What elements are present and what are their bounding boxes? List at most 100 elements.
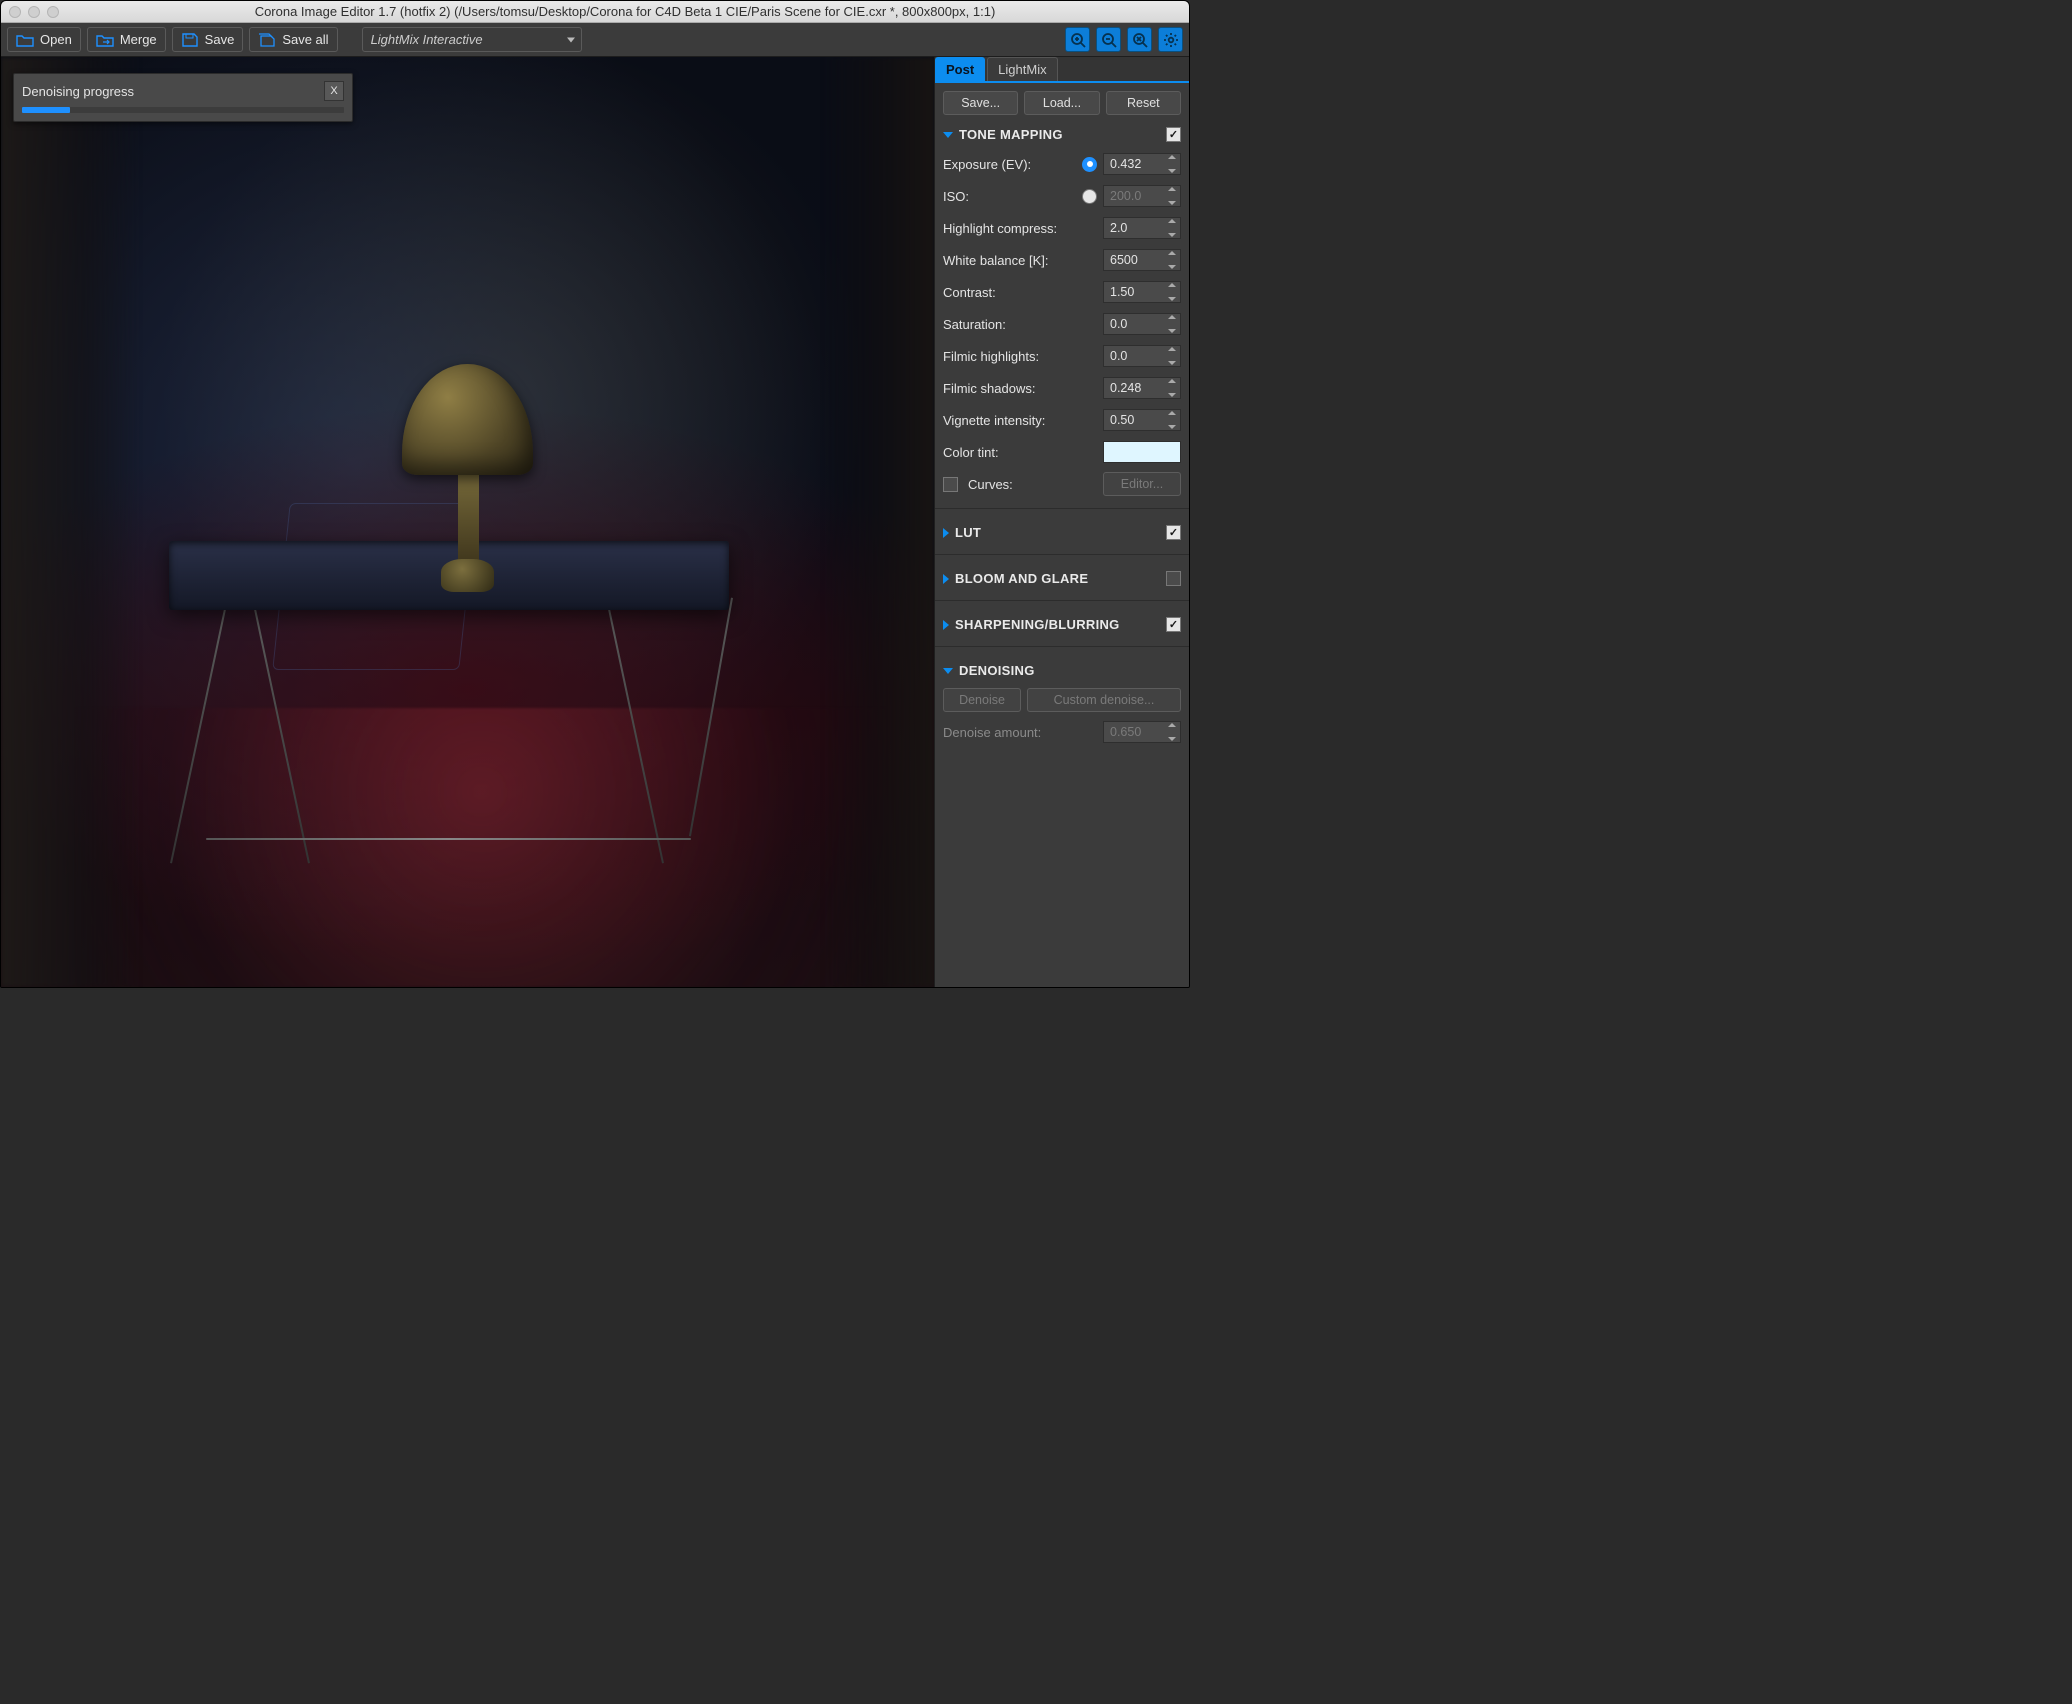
minimize-window-icon[interactable] [28, 6, 40, 18]
wb-row: White balance [K]: 6500 [943, 248, 1181, 272]
save-all-label: Save all [282, 32, 328, 47]
exposure-label: Exposure (EV): [943, 157, 1076, 172]
filmic-hi-label: Filmic highlights: [943, 349, 1097, 364]
merge-label: Merge [120, 32, 157, 47]
highlight-row: Highlight compress: 2.0 [943, 216, 1181, 240]
highlight-label: Highlight compress: [943, 221, 1097, 236]
post-reset-button[interactable]: Reset [1106, 91, 1181, 115]
filmic-hi-row: Filmic highlights: 0.0 [943, 344, 1181, 368]
disclosure-closed-icon [943, 620, 949, 630]
merge-icon [96, 33, 114, 47]
denoise-button-row: Denoise Custom denoise... [943, 688, 1181, 712]
disclosure-closed-icon [943, 528, 949, 538]
viewport[interactable]: Denoising progress X [1, 57, 934, 987]
filmic-sh-input[interactable]: 0.248 [1103, 377, 1181, 399]
highlight-input[interactable]: 2.0 [1103, 217, 1181, 239]
post-panel: Save... Load... Reset TONE MAPPING Expos… [935, 83, 1189, 752]
filmic-sh-row: Filmic shadows: 0.248 [943, 376, 1181, 400]
zoom-out-button[interactable] [1096, 27, 1121, 52]
iso-radio[interactable] [1082, 189, 1097, 204]
iso-label: ISO: [943, 189, 1076, 204]
curves-row: Curves: Editor... [943, 472, 1181, 496]
curves-editor-button[interactable]: Editor... [1103, 472, 1181, 496]
wb-input[interactable]: 6500 [1103, 249, 1181, 271]
iso-input[interactable]: 200.0 [1103, 185, 1181, 207]
denoise-amount-label: Denoise amount: [943, 725, 1097, 740]
close-window-icon[interactable] [9, 6, 21, 18]
exposure-row: Exposure (EV): 0.432 [943, 152, 1181, 176]
section-title: DENOISING [959, 663, 1181, 678]
tone-mapping-checkbox[interactable] [1166, 127, 1181, 142]
zoom-reset-button[interactable] [1127, 27, 1152, 52]
render-preview [1, 57, 934, 987]
disclosure-open-icon [943, 132, 953, 138]
section-sharpen-header[interactable]: SHARPENING/BLURRING [943, 613, 1181, 634]
save-all-button[interactable]: Save all [249, 27, 337, 52]
open-button[interactable]: Open [7, 27, 81, 52]
panel-tabs: Post LightMix [935, 57, 1189, 83]
saturation-label: Saturation: [943, 317, 1097, 332]
curves-checkbox[interactable] [943, 477, 958, 492]
traffic-lights [9, 6, 59, 18]
section-title: TONE MAPPING [959, 127, 1160, 142]
curves-label: Curves: [968, 477, 1097, 492]
section-lut-header[interactable]: LUT [943, 521, 1181, 542]
contrast-label: Contrast: [943, 285, 1097, 300]
vignette-input[interactable]: 0.50 [1103, 409, 1181, 431]
post-load-button[interactable]: Load... [1024, 91, 1099, 115]
vignette-row: Vignette intensity: 0.50 [943, 408, 1181, 432]
exposure-radio[interactable] [1082, 157, 1097, 172]
filmic-hi-input[interactable]: 0.0 [1103, 345, 1181, 367]
denoise-button[interactable]: Denoise [943, 688, 1021, 712]
exposure-input[interactable]: 0.432 [1103, 153, 1181, 175]
sharpen-checkbox[interactable] [1166, 617, 1181, 632]
save-icon [181, 33, 199, 47]
save-button[interactable]: Save [172, 27, 244, 52]
tint-row: Color tint: [943, 440, 1181, 464]
post-save-button[interactable]: Save... [943, 91, 1018, 115]
toolbar: Open Merge Save Save all LightMix Intera… [1, 23, 1189, 57]
section-title: BLOOM AND GLARE [955, 571, 1160, 586]
mode-value: LightMix Interactive [371, 32, 483, 47]
section-title: LUT [955, 525, 1160, 540]
overlay-close-button[interactable]: X [324, 81, 344, 101]
tint-label: Color tint: [943, 445, 1097, 460]
disclosure-closed-icon [943, 574, 949, 584]
mode-select[interactable]: LightMix Interactive [362, 27, 582, 52]
tab-post[interactable]: Post [935, 57, 985, 81]
contrast-input[interactable]: 1.50 [1103, 281, 1181, 303]
tab-lightmix[interactable]: LightMix [987, 57, 1057, 81]
side-panel: Post LightMix Save... Load... Reset TONE… [934, 57, 1189, 987]
progress-fill [22, 107, 70, 113]
disclosure-open-icon [943, 668, 953, 674]
section-tone-mapping-header[interactable]: TONE MAPPING [943, 123, 1181, 144]
denoise-amount-input[interactable]: 0.650 [1103, 721, 1181, 743]
filmic-sh-label: Filmic shadows: [943, 381, 1097, 396]
wb-label: White balance [K]: [943, 253, 1097, 268]
section-title: SHARPENING/BLURRING [955, 617, 1160, 632]
lut-checkbox[interactable] [1166, 525, 1181, 540]
tint-swatch[interactable] [1103, 441, 1181, 463]
merge-button[interactable]: Merge [87, 27, 166, 52]
open-folder-icon [16, 33, 34, 47]
section-bloom-header[interactable]: BLOOM AND GLARE [943, 567, 1181, 588]
saturation-row: Saturation: 0.0 [943, 312, 1181, 336]
progress-bar [22, 107, 344, 113]
open-label: Open [40, 32, 72, 47]
zoom-in-button[interactable] [1065, 27, 1090, 52]
post-button-row: Save... Load... Reset [943, 91, 1181, 115]
saturation-input[interactable]: 0.0 [1103, 313, 1181, 335]
titlebar: Corona Image Editor 1.7 (hotfix 2) (/Use… [1, 1, 1189, 23]
save-all-icon [258, 33, 276, 47]
window-title: Corona Image Editor 1.7 (hotfix 2) (/Use… [69, 4, 1181, 19]
section-denoising-header[interactable]: DENOISING [943, 659, 1181, 680]
content: Denoising progress X Post LightMix Save.… [1, 57, 1189, 987]
contrast-row: Contrast: 1.50 [943, 280, 1181, 304]
bloom-checkbox[interactable] [1166, 571, 1181, 586]
vignette-label: Vignette intensity: [943, 413, 1097, 428]
settings-button[interactable] [1158, 27, 1183, 52]
save-label: Save [205, 32, 235, 47]
denoise-amount-row: Denoise amount: 0.650 [943, 720, 1181, 744]
custom-denoise-button[interactable]: Custom denoise... [1027, 688, 1181, 712]
zoom-window-icon[interactable] [47, 6, 59, 18]
